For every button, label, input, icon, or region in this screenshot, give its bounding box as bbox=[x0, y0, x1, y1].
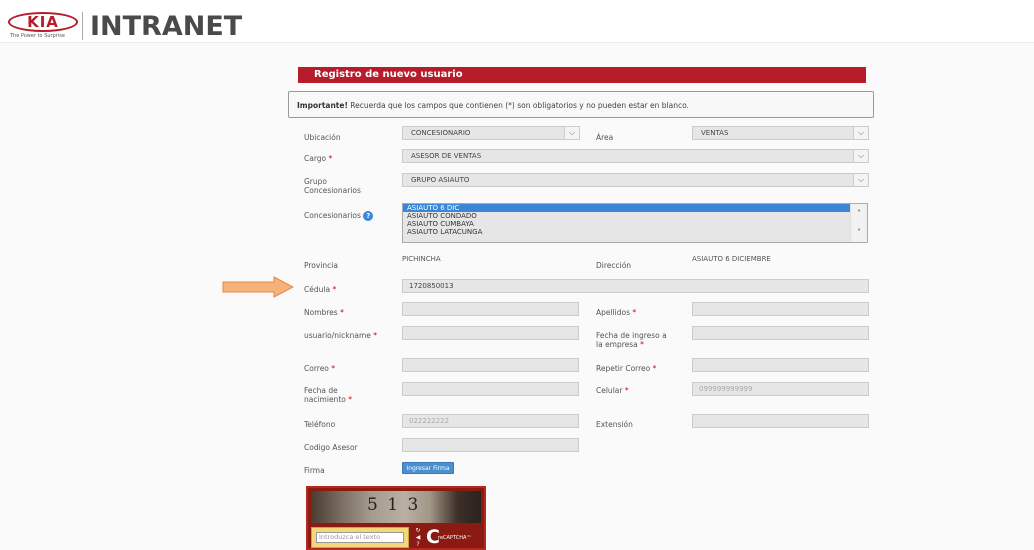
cargo-value: ASESOR DE VENTAS bbox=[411, 152, 482, 160]
area-select[interactable]: VENTAS ⌵ bbox=[692, 126, 869, 140]
area-label: Área bbox=[596, 133, 614, 142]
area-value: VENTAS bbox=[701, 129, 729, 137]
extension-label: Extensión bbox=[596, 420, 633, 429]
notice-strong: Importante! bbox=[297, 101, 348, 110]
cedula-input[interactable]: 1720850013 bbox=[402, 279, 869, 293]
celular-label: Celular * bbox=[596, 386, 629, 395]
ingresar-firma-button[interactable]: Ingresar Firma bbox=[402, 462, 454, 474]
repetir-correo-label: Repetir Correo * bbox=[596, 364, 657, 373]
scroll-down-icon[interactable]: ˅ bbox=[851, 223, 867, 242]
ubicacion-select[interactable]: CONCESIONARIO ⌵ bbox=[402, 126, 580, 140]
recaptcha-logo-text: reCAPTCHA™ bbox=[438, 535, 472, 541]
nombres-input[interactable] bbox=[402, 302, 579, 316]
scroll-up-icon[interactable]: ˄ bbox=[851, 204, 867, 223]
celular-input[interactable]: 099999999999 bbox=[692, 382, 869, 396]
concesionarios-label: Concesionarios ? bbox=[304, 211, 374, 221]
recaptcha-logo: C reCAPTCHA™ bbox=[426, 526, 482, 548]
header-divider bbox=[82, 12, 83, 40]
help-icon[interactable]: ? bbox=[363, 211, 374, 221]
telefono-input[interactable]: 022222222 bbox=[402, 414, 579, 428]
chevron-down-icon: ⌵ bbox=[853, 150, 868, 162]
ubicacion-label: Ubicación bbox=[304, 133, 341, 142]
repetir-correo-input[interactable] bbox=[692, 358, 869, 372]
direccion-value: ASIAUTO 6 DICIEMBRE bbox=[692, 255, 771, 263]
extension-input[interactable] bbox=[692, 414, 869, 428]
cargo-select[interactable]: ASESOR DE VENTAS ⌵ bbox=[402, 149, 869, 163]
captcha-controls: ↻ ◀ ? bbox=[413, 527, 423, 548]
form-title: Registro de nuevo usuario bbox=[314, 69, 463, 80]
fecha-ingreso-label: Fecha de ingreso a la empresa * bbox=[596, 331, 667, 349]
logo-text: KIA bbox=[27, 13, 59, 31]
captcha-input-area: Introduzca el texto bbox=[311, 527, 409, 548]
kia-logo[interactable]: KIA The Power to Surprise bbox=[8, 12, 78, 40]
grupo-select[interactable]: GRUPO ASIAUTO ⌵ bbox=[402, 173, 869, 187]
logo-tagline: The Power to Surprise bbox=[10, 33, 65, 39]
ubicacion-value: CONCESIONARIO bbox=[411, 129, 471, 137]
fecha-nacimiento-input[interactable] bbox=[402, 382, 579, 396]
help-icon[interactable]: ? bbox=[413, 541, 423, 548]
list-option[interactable]: ASIAUTO CONDADO bbox=[403, 212, 867, 220]
telefono-label: Teléfono bbox=[304, 420, 336, 429]
listbox-scrollbar[interactable]: ˄ ˅ bbox=[850, 204, 867, 242]
correo-label: Correo * bbox=[304, 364, 336, 373]
apellidos-label: Apellidos * bbox=[596, 308, 637, 317]
form-title-bar: Registro de nuevo usuario bbox=[298, 67, 866, 83]
nombres-label: Nombres * bbox=[304, 308, 344, 317]
chevron-down-icon: ⌵ bbox=[853, 174, 868, 186]
usuario-label: usuario/nickname * bbox=[304, 331, 378, 340]
grupo-label: Grupo Concesionarios bbox=[304, 177, 361, 195]
chevron-down-icon: ⌵ bbox=[564, 127, 579, 139]
arrow-right-icon bbox=[222, 276, 294, 298]
captcha-image: 5 1 3 bbox=[311, 491, 481, 523]
firma-label: Firma bbox=[304, 466, 325, 475]
apellidos-input[interactable] bbox=[692, 302, 869, 316]
fecha-nacimiento-label: Fecha de nacimiento * bbox=[304, 386, 352, 404]
correo-input[interactable] bbox=[402, 358, 579, 372]
codigo-asesor-label: Codigo Asesor bbox=[304, 443, 358, 452]
list-option[interactable]: ASIAUTO CUMBAYA bbox=[403, 220, 867, 228]
direccion-label: Dirección bbox=[596, 261, 632, 270]
captcha-widget: 5 1 3 Introduzca el texto ↻ ◀ ? C reCAPT… bbox=[306, 486, 486, 550]
grupo-value: GRUPO ASIAUTO bbox=[411, 176, 470, 184]
required-notice: Importante! Recuerda que los campos que … bbox=[288, 91, 874, 118]
codigo-asesor-input[interactable] bbox=[402, 438, 579, 452]
concesionarios-listbox[interactable]: ASIAUTO 6 DIC ASIAUTO CONDADO ASIAUTO CU… bbox=[402, 203, 868, 243]
fecha-ingreso-input[interactable] bbox=[692, 326, 869, 340]
provincia-value: PICHINCHA bbox=[402, 255, 441, 263]
cargo-label: Cargo * bbox=[304, 154, 333, 163]
captcha-image-text: 5 1 3 bbox=[367, 495, 421, 515]
provincia-label: Provincia bbox=[304, 261, 338, 270]
usuario-input[interactable] bbox=[402, 326, 579, 340]
chevron-down-icon: ⌵ bbox=[853, 127, 868, 139]
list-option[interactable]: ASIAUTO 6 DIC bbox=[403, 204, 851, 212]
list-option[interactable]: ASIAUTO LATACUNGA bbox=[403, 228, 867, 236]
captcha-input[interactable]: Introduzca el texto bbox=[316, 532, 404, 543]
notice-text: Recuerda que los campos que contienen (*… bbox=[347, 101, 689, 110]
site-title: INTRANET bbox=[90, 11, 243, 42]
cedula-label: Cédula * bbox=[304, 285, 337, 294]
page-header: KIA The Power to Surprise INTRANET bbox=[0, 0, 1034, 43]
audio-icon[interactable]: ◀ bbox=[413, 534, 423, 541]
refresh-icon[interactable]: ↻ bbox=[413, 527, 423, 534]
